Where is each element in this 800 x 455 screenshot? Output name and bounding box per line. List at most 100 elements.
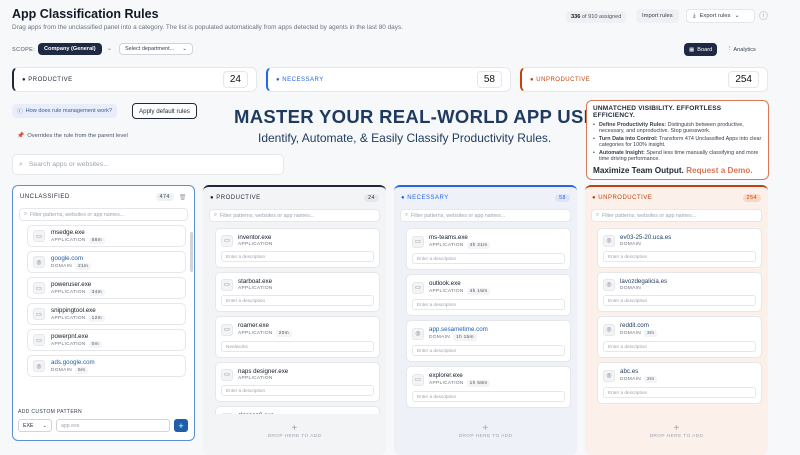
rule-card[interactable]: ▭ explorer.exe APPLICATION 1h 58m Enter a de… (406, 366, 571, 408)
rule-card-row: ▭ outlook.exe APPLICATION 4h 15m (412, 280, 565, 295)
unclassified-item[interactable]: ▭ powerpnt.exe APPLICATION 0m (27, 329, 186, 351)
rule-name: roamer.exe (238, 322, 269, 329)
rule-info: ev03-25-20.uca.es DOMAIN (620, 234, 671, 247)
grid-icon: ▦ (689, 46, 695, 53)
download-icon: ⤓ (693, 12, 696, 19)
unclassified-item[interactable]: ▭ msedge.exe APPLICATION 58m (27, 225, 186, 247)
chevron-down-icon: ⌄ (734, 13, 740, 19)
rule-info: starboat.exe APPLICATION (238, 278, 273, 291)
necessary-filter-input[interactable]: ⌕ Filter patterns, websites or app names.… (400, 209, 571, 222)
chevron-down-icon[interactable]: ⌄ (107, 45, 112, 52)
rule-card[interactable]: ◎ abc.es DOMAIN 2m Enter a description (597, 362, 762, 404)
apply-default-rules-button[interactable]: Apply default rules (132, 103, 197, 119)
page-subtitle: Drag apps from the unclassified panel in… (12, 24, 403, 31)
description-input[interactable]: Enter a description (603, 387, 756, 398)
unproductive-column[interactable]: ● UNPRODUCTIVE 254 ⌕ Filter patterns, websi… (585, 185, 768, 455)
productive-filter-input[interactable]: ⌕ Filter patterns, websites or app names.… (209, 209, 380, 222)
unclassified-item[interactable]: ▭ snippingtool.exe APPLICATION 12m (27, 303, 186, 325)
description-input[interactable]: Enter a description (603, 341, 756, 352)
info-icon[interactable]: i (759, 11, 768, 20)
rule-card[interactable]: ◎ app.sesametime.com DOMAIN 1h 15m Enter a d… (406, 320, 571, 362)
unclassified-count: 474 (155, 193, 174, 201)
pattern-type-select[interactable]: EXE ⌄ (18, 419, 52, 432)
rule-name: lavozdegalicia.es (620, 278, 668, 285)
rule-name: naps designer.exe (238, 368, 289, 375)
rule-card[interactable]: ▭ roamer.exe APPLICATION 20m Neelworks (215, 316, 380, 358)
description-input[interactable]: Neelworks (221, 341, 374, 352)
rule-time: 4h 15m (466, 288, 491, 295)
rule-name: abc.es (620, 368, 639, 375)
rule-card[interactable]: ▭ inventor.exe APPLICATION Enter a descript… (215, 228, 380, 268)
rule-card[interactable]: ▭ outlook.exe APPLICATION 4h 15m Enter a des… (406, 274, 571, 316)
drop-zone[interactable]: + DROP HERE TO ADD (585, 423, 768, 439)
rule-card[interactable]: ▭ clascon6.exeAPPLICATION (215, 406, 380, 414)
description-input[interactable]: Enter a description (412, 253, 565, 264)
board-view-toggle[interactable]: ▦ Board (684, 43, 718, 56)
add-pattern-button[interactable]: + (174, 419, 188, 432)
rule-meta: DOMAIN 3m (620, 330, 658, 337)
description-input[interactable]: Enter a description (412, 345, 565, 356)
item-type: APPLICATION (51, 341, 86, 347)
company-select[interactable]: Company (General) (38, 43, 102, 55)
unproductive-list: ◎ ev03-25-20.uca.es DOMAIN Enter a descript… (585, 224, 768, 414)
stat-productive-label: PRODUCTIVE (28, 76, 73, 83)
stat-label: ● UNPRODUCTIVE (530, 76, 591, 83)
item-type: APPLICATION (51, 237, 86, 243)
unclassified-filter-input[interactable]: ⌕ Filter patterns, websites or app names… (19, 208, 188, 221)
necessary-title: ● NECESSARY (401, 195, 449, 201)
unclassified-item[interactable]: ◎ ads.google.com DOMAIN 5m (27, 355, 186, 377)
export-rules-button[interactable]: ⤓ Export rules ⌄ (686, 9, 755, 23)
rule-card[interactable]: ▭ naps designer.exe APPLICATION Enter a des… (215, 362, 380, 402)
chart-icon: ⫶ (729, 46, 731, 52)
trash-icon[interactable]: 🗑 (179, 194, 187, 201)
monitor-icon: ▭ (221, 323, 233, 336)
rule-card[interactable]: ◎ reddit.com DOMAIN 3m Enter a description (597, 316, 762, 358)
import-rules-button[interactable]: Import rules (636, 9, 679, 23)
unclassified-item[interactable]: ◎ google.com DOMAIN 21m (27, 251, 186, 273)
search-icon: ⌕ (214, 212, 217, 218)
unproductive-filter-input[interactable]: ⌕ Filter patterns, websites or app names.… (591, 209, 762, 222)
filter-placeholder: Filter patterns, websites or app names..… (601, 212, 697, 219)
rule-card[interactable]: ◎ lavozdegalicia.es DOMAIN Enter a descript… (597, 272, 762, 312)
item-name: snippingtool.exe (51, 306, 96, 314)
globe-icon: ◎ (603, 323, 615, 336)
override-text: Overrides the rule from the parent level (27, 133, 128, 139)
description-input[interactable]: Enter a description (221, 385, 374, 396)
description-input[interactable]: Enter a description (603, 251, 756, 262)
department-select[interactable]: Select department... ⌄ (119, 43, 193, 55)
scrollbar[interactable] (190, 232, 193, 272)
item-time: 21m (75, 262, 92, 270)
rule-meta: APPLICATION (238, 242, 273, 247)
description-input[interactable]: Enter a description (412, 391, 565, 402)
description-input[interactable]: Enter a description (603, 295, 756, 306)
ad-bullet-title: Automate Insight: (599, 149, 645, 156)
drop-zone[interactable]: + DROP HERE TO ADD (394, 423, 577, 439)
search-apps-input[interactable]: ⌕ Search apps or websites... (12, 154, 284, 175)
description-input[interactable]: Enter a description (412, 299, 565, 310)
stat-necessary: ● NECESSARY 58 (266, 67, 511, 92)
drop-zone[interactable]: + DROP HERE TO ADD (203, 423, 386, 439)
analytics-view-toggle[interactable]: ⫶ Analytics (724, 43, 761, 56)
stat-value: 24 (222, 71, 248, 88)
rule-type: APPLICATION (238, 331, 273, 336)
unclassified-list: ▭ msedge.exe APPLICATION 58m ◎ google.com DOMA… (13, 225, 194, 377)
ad-box: UNMATCHED VISIBILITY. EFFORTLESS EFFICIE… (586, 100, 769, 180)
description-input[interactable]: Enter a description (221, 295, 374, 306)
description-input[interactable]: Enter a description (221, 251, 374, 262)
item-meta: APPLICATION 34m (51, 288, 105, 296)
unclassified-item[interactable]: ▭ poweruser.exe APPLICATION 34m (27, 277, 186, 299)
request-demo-link[interactable]: Request a Demo. (686, 166, 752, 175)
pattern-input[interactable]: app.exe (56, 419, 170, 432)
assigned-counter: 336 of 910 assigned (566, 11, 627, 23)
rule-card[interactable]: ▭ starboat.exe APPLICATION Enter a descript… (215, 272, 380, 312)
unclassified-title: UNCLASSIFIED (20, 194, 70, 200)
productive-column[interactable]: ● PRODUCTIVE 24 ⌕ Filter patterns, websites… (203, 185, 386, 455)
rule-card[interactable]: ▭ ms-teams.exe APPLICATION 4h 21m Enter a de… (406, 228, 571, 270)
help-button[interactable]: ⓘ How does rule management work? (12, 104, 118, 118)
rule-name: ms-teams.exe (429, 234, 468, 241)
rule-type: APPLICATION (429, 289, 464, 294)
ad-bullet-title: Define Productivity Rules: (599, 122, 667, 128)
assigned-count: 336 (571, 14, 581, 20)
necessary-column[interactable]: ● NECESSARY 58 ⌕ Filter patterns, websites … (394, 185, 577, 455)
rule-card[interactable]: ◎ ev03-25-20.uca.es DOMAIN Enter a descript… (597, 228, 762, 268)
